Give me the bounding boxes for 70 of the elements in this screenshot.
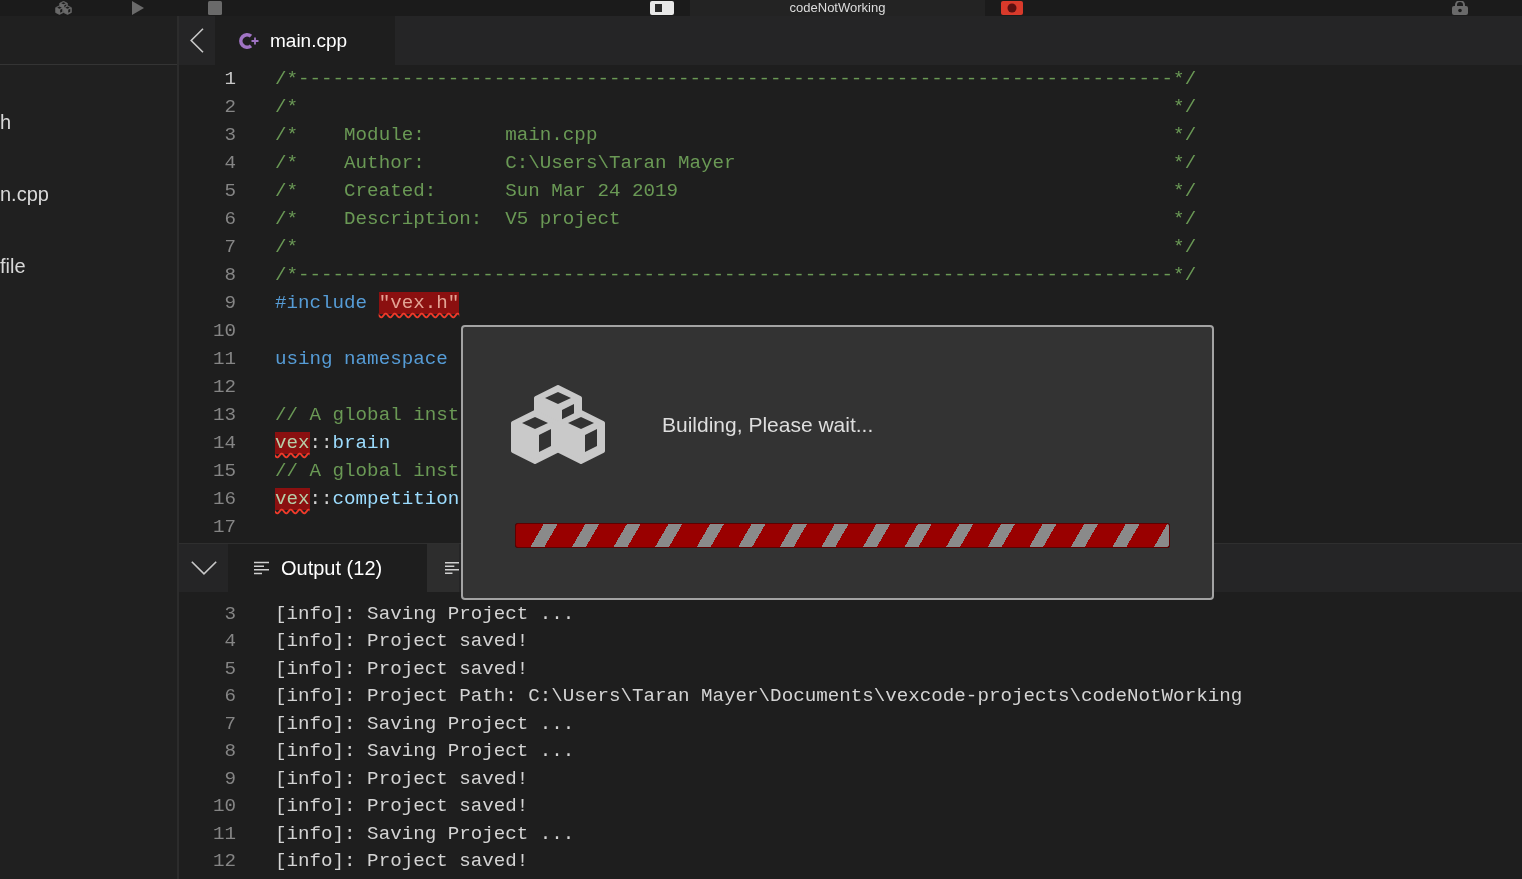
code-line: /* */ xyxy=(275,235,1197,259)
sidebar-item[interactable]: h xyxy=(0,110,12,134)
project-name-field[interactable]: codeNotWorking xyxy=(690,0,985,16)
chevron-left-icon[interactable] xyxy=(190,28,204,53)
code-line: /*----------------------------------------------------------------------------*/ xyxy=(275,67,1197,91)
output-line: [info]: Saving Project ... xyxy=(275,739,575,764)
line-number: 3 xyxy=(223,601,236,626)
line-number: 3 xyxy=(223,123,236,147)
line-number: 5 xyxy=(223,656,236,681)
code-line: /* Author: C:\Users\Taran Mayer */ xyxy=(275,151,1197,175)
play-icon[interactable] xyxy=(132,1,144,15)
lock-icon[interactable] xyxy=(1452,1,1468,15)
cubes-icon xyxy=(510,385,606,465)
output-tab[interactable]: Output (12) xyxy=(228,544,427,592)
list-icon xyxy=(254,561,269,575)
sidebar-item[interactable]: file xyxy=(0,254,26,278)
line-number: 8 xyxy=(223,263,236,287)
code-line: vex::brain xyxy=(275,431,391,455)
code-line: using namespace xyxy=(275,347,448,371)
line-number: 10 xyxy=(211,794,236,819)
record-icon[interactable] xyxy=(1001,1,1023,15)
code-line: vex::competition xyxy=(275,487,460,511)
line-number: 14 xyxy=(211,431,236,455)
output-line: [info]: Project saved! xyxy=(275,656,529,681)
editor-tab[interactable]: main.cpp xyxy=(215,16,395,65)
output-line: [info]: Saving Project ... xyxy=(275,711,575,736)
line-number: 6 xyxy=(223,207,236,231)
code-line: /* Description: V5 project */ xyxy=(275,207,1197,231)
status-message: Building, Please wait... xyxy=(662,413,874,437)
line-number: 10 xyxy=(211,319,236,343)
chevron-down-icon[interactable] xyxy=(190,561,217,575)
sidebar-item[interactable]: n.cpp xyxy=(0,182,49,206)
line-number: 5 xyxy=(223,179,236,203)
output-line: [info]: Saving Project ... xyxy=(275,601,575,626)
line-number: 11 xyxy=(211,821,236,846)
cubes-icon[interactable] xyxy=(55,1,72,15)
line-number: 7 xyxy=(223,235,236,259)
line-number: 8 xyxy=(223,739,236,764)
code-line: // A global inst xyxy=(275,459,460,483)
line-number: 9 xyxy=(223,766,236,791)
line-number: 4 xyxy=(223,151,236,175)
code-line: /*----------------------------------------------------------------------------*/ xyxy=(275,263,1197,287)
line-number: 12 xyxy=(211,375,236,399)
line-number: 9 xyxy=(223,291,236,315)
line-number: 16 xyxy=(211,487,236,511)
device-icon[interactable] xyxy=(650,1,674,15)
output-line: [info]: Project saved! xyxy=(275,794,529,819)
code-line: /* Created: Sun Mar 24 2019 */ xyxy=(275,179,1197,203)
line-number: 13 xyxy=(211,403,236,427)
output-line: [info]: Project Path: C:\Users\Taran Mayer\Documents\vexcode-projects\codeNotWorking xyxy=(275,684,1243,709)
code-line: /* */ xyxy=(275,95,1197,119)
line-number: 17 xyxy=(211,515,236,539)
line-number: 15 xyxy=(211,459,236,483)
code-line: #include "vex.h" xyxy=(275,291,460,315)
output-tab[interactable] xyxy=(427,544,459,592)
line-number: 11 xyxy=(211,347,236,371)
code-line: // A global inst xyxy=(275,403,460,427)
output-line: [info]: Project saved! xyxy=(275,766,529,791)
line-number: 2 xyxy=(223,95,236,119)
line-number: 6 xyxy=(223,684,236,709)
line-number: 12 xyxy=(211,849,236,874)
line-number: 1 xyxy=(223,67,236,91)
output-line: [info]: Saving Project ... xyxy=(275,821,575,846)
cpp-file-icon xyxy=(238,31,259,50)
output-line: [info]: Project saved! xyxy=(275,629,529,654)
line-number: 4 xyxy=(223,629,236,654)
code-line: /* Module: main.cpp */ xyxy=(275,123,1197,147)
list-icon xyxy=(445,561,459,575)
output-line: [info]: Project saved! xyxy=(275,849,529,874)
line-number: 7 xyxy=(223,711,236,736)
